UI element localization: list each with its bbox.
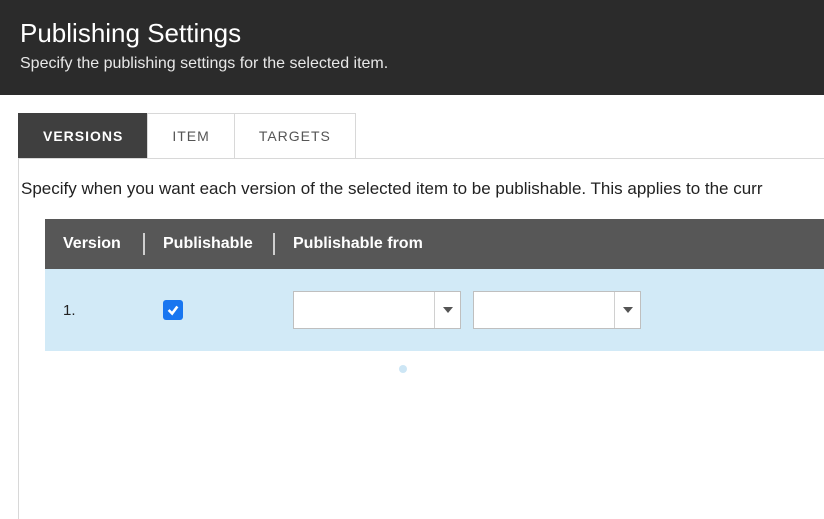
tab-targets[interactable]: TARGETS	[234, 113, 356, 158]
from-controls	[293, 291, 641, 329]
col-version: Version	[45, 219, 145, 269]
publishable-checkbox[interactable]	[163, 300, 183, 320]
cell-publishable-from	[275, 269, 824, 351]
chevron-down-icon	[443, 307, 453, 313]
from-time-combo	[473, 291, 641, 329]
cell-publishable	[145, 269, 275, 351]
tab-versions[interactable]: VERSIONS	[18, 113, 148, 158]
from-date-dropdown-button[interactable]	[434, 292, 460, 328]
col-publishable-from: Publishable from	[275, 219, 824, 269]
cell-version: 1.	[45, 269, 145, 351]
versions-table: Version Publishable Publishable from 1.	[45, 219, 824, 351]
tab-panel-versions: Specify when you want each version of th…	[18, 159, 824, 519]
from-time-input[interactable]	[474, 292, 614, 328]
table-row: 1.	[45, 269, 824, 351]
pager-dot	[399, 365, 407, 373]
tab-item[interactable]: ITEM	[147, 113, 234, 158]
tab-strip: VERSIONS ITEM TARGETS	[18, 113, 824, 159]
intro-text: Specify when you want each version of th…	[19, 179, 824, 219]
col-publishable: Publishable	[145, 219, 275, 269]
table-header-row: Version Publishable Publishable from	[45, 219, 824, 269]
page-subtitle: Specify the publishing settings for the …	[20, 55, 804, 73]
page-title: Publishing Settings	[20, 18, 804, 49]
from-date-input[interactable]	[294, 292, 434, 328]
chevron-down-icon	[623, 307, 633, 313]
from-date-combo	[293, 291, 461, 329]
dialog-header: Publishing Settings Specify the publishi…	[0, 0, 824, 95]
from-time-dropdown-button[interactable]	[614, 292, 640, 328]
content-area: VERSIONS ITEM TARGETS Specify when you w…	[0, 95, 824, 519]
check-icon	[166, 303, 180, 317]
